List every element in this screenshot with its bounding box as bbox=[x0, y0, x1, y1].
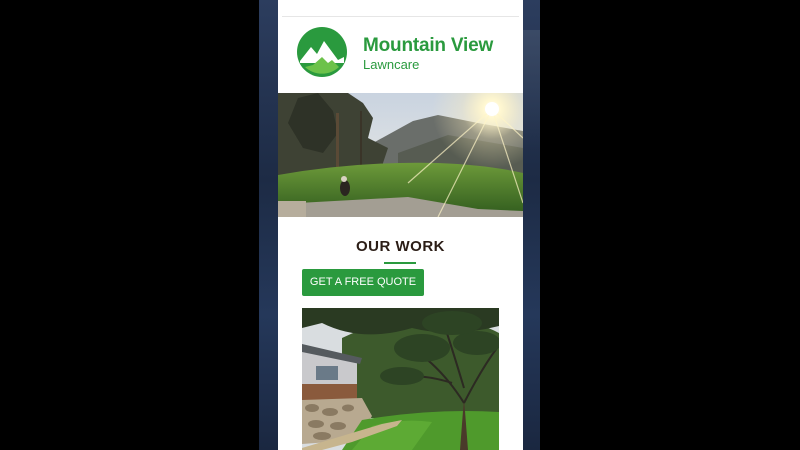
mountain-logo-icon[interactable] bbox=[297, 27, 347, 77]
section-title: OUR WORK bbox=[356, 238, 445, 255]
mobile-page: Mountain View Lawncare OUR WORK GET A FR… bbox=[278, 0, 523, 450]
title-underline bbox=[384, 262, 416, 264]
site-header: Mountain View Lawncare bbox=[278, 17, 523, 93]
get-quote-button[interactable]: GET A FREE QUOTE bbox=[302, 269, 424, 296]
work-photo bbox=[302, 308, 499, 450]
background-left-panel bbox=[259, 0, 278, 450]
background-right-panel bbox=[523, 0, 540, 450]
hero-image bbox=[278, 93, 523, 217]
brand-name[interactable]: Mountain View bbox=[363, 35, 493, 57]
brand-subtitle: Lawncare bbox=[363, 57, 420, 72]
screen: Mountain View Lawncare OUR WORK GET A FR… bbox=[0, 0, 800, 450]
